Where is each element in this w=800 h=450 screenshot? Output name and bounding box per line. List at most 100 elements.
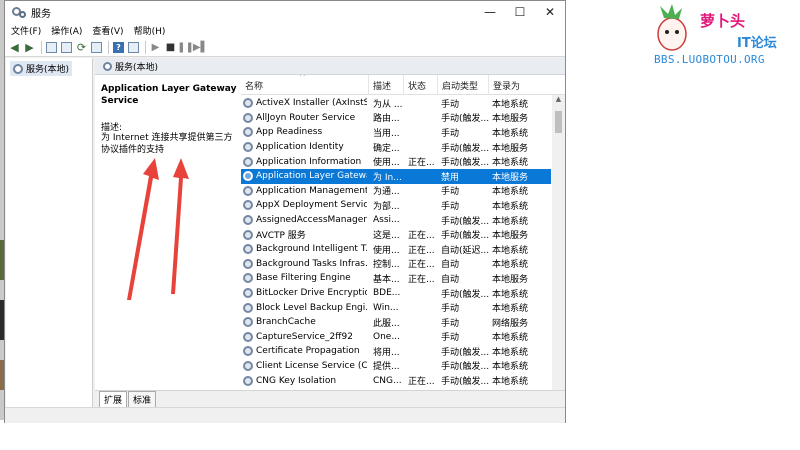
service-log-on-as-text: 本地系统 bbox=[492, 216, 529, 227]
content-header: 服务(本地) bbox=[95, 58, 565, 75]
menu-view[interactable]: 查看(V) bbox=[92, 24, 123, 37]
stop-service-icon[interactable]: ■ bbox=[164, 41, 177, 54]
table-row[interactable]: AssignedAccessManager... Assi... 手动(触发... 本… bbox=[241, 213, 551, 228]
service-log-on-as: 本地系统 bbox=[492, 359, 550, 374]
table-row[interactable]: CNG Key Isolation CNG... 正在... 手动(触发... 本地系统 bbox=[241, 373, 551, 388]
service-startup-type: 手动(触发... bbox=[441, 359, 491, 374]
start-service-icon[interactable]: ▶ bbox=[149, 41, 162, 54]
export-list-icon[interactable] bbox=[90, 41, 103, 54]
service-name: ActiveX Installer (AxInstSV) bbox=[243, 96, 367, 111]
scrollbar-thumb[interactable] bbox=[555, 111, 562, 133]
table-row[interactable]: CaptureService_2ff92 One... 手动 本地系统 bbox=[241, 330, 551, 345]
service-startup-type-text: 手动(触发... bbox=[441, 143, 490, 154]
service-log-on-as-text: 本地系统 bbox=[492, 128, 529, 139]
service-name: CNG Key Isolation bbox=[243, 373, 367, 388]
table-row[interactable]: Certificate Propagation 将用... 手动(触发... 本地系统 bbox=[241, 344, 551, 359]
service-description: 为部... bbox=[373, 198, 405, 213]
service-startup-type-text: 手动(触发... bbox=[441, 377, 490, 388]
service-startup-type: 手动(触发... bbox=[441, 154, 491, 169]
table-row[interactable]: AppX Deployment Servic... 为部... 手动 本地系统 bbox=[241, 198, 551, 213]
refresh-icon[interactable]: ⟳ bbox=[75, 41, 88, 54]
column-header-log-on-as[interactable]: 登录为 bbox=[489, 75, 551, 95]
restart-service-icon[interactable]: ▶▌ bbox=[193, 41, 208, 54]
table-row[interactable]: Block Level Backup Engi... Win... 手动 本地系统 bbox=[241, 300, 551, 315]
service-description-text: 为 In... bbox=[373, 172, 402, 183]
service-status-text: 正在... bbox=[408, 274, 435, 285]
column-header-name[interactable]: 名称 bbox=[241, 75, 369, 95]
service-startup-type: 自动 bbox=[441, 271, 491, 286]
menu-action[interactable]: 操作(A) bbox=[51, 24, 82, 37]
watermark-url: BBS.LUOBOTOU.ORG bbox=[654, 53, 765, 66]
service-log-on-as-text: 本地系统 bbox=[492, 99, 529, 110]
menu-help[interactable]: 帮助(H) bbox=[134, 24, 166, 37]
service-description-text: Assi... bbox=[373, 215, 400, 226]
vertical-scrollbar[interactable]: ▲ bbox=[552, 95, 565, 390]
service-description-text: 这是... bbox=[373, 231, 400, 242]
service-gear-icon bbox=[243, 185, 253, 196]
description-pane: Application Layer Gateway Service 描述: 为 … bbox=[95, 75, 241, 390]
column-header-startup-type[interactable]: 启动类型 bbox=[438, 75, 489, 95]
watermark-forum: IT论坛 bbox=[737, 36, 777, 51]
table-row[interactable]: Background Intelligent T... 使用... 正在... 自动(… bbox=[241, 242, 551, 257]
service-description: 基本... bbox=[373, 271, 405, 286]
menu-file[interactable]: 文件(F) bbox=[11, 24, 41, 37]
service-status bbox=[408, 169, 438, 184]
scroll-up-icon[interactable]: ▲ bbox=[552, 95, 565, 107]
table-row[interactable]: Base Filtering Engine 基本... 正在... 自动 本地服务 bbox=[241, 271, 551, 286]
forward-arrow-icon[interactable]: ▶ bbox=[23, 41, 36, 54]
watermark-logo: 萝卜头 IT论坛 BBS.LUOBOTOU.ORG bbox=[650, 4, 800, 68]
service-log-on-as: 本地系统 bbox=[492, 257, 550, 272]
list-header: ^ 名称 描述 状态 启动类型 登录为 bbox=[241, 75, 565, 95]
service-description: 这是... bbox=[373, 227, 405, 242]
pause-service-icon[interactable]: ❚❚ bbox=[177, 41, 194, 54]
service-gear-icon bbox=[243, 346, 253, 357]
service-log-on-as: 网络服务 bbox=[492, 315, 550, 330]
table-row[interactable]: BranchCache 此服... 手动 网络服务 bbox=[241, 315, 551, 330]
table-row[interactable]: ActiveX Installer (AxInstSV) 为从 ... 手动 本地系统 bbox=[241, 96, 551, 111]
table-row[interactable]: Application Identity 确定... 手动(触发... 本地服务 bbox=[241, 140, 551, 155]
service-description: 为通... bbox=[373, 184, 405, 199]
table-row[interactable]: BitLocker Drive Encryptio... BDE... 手动(触发.… bbox=[241, 286, 551, 301]
minimize-button[interactable]: — bbox=[475, 1, 505, 23]
service-startup-type: 手动 bbox=[441, 330, 491, 345]
help-icon[interactable]: ? bbox=[112, 41, 125, 54]
table-row[interactable]: AllJoyn Router Service 路由... 手动(触发... 本地服务 bbox=[241, 111, 551, 126]
service-name: AssignedAccessManager... bbox=[243, 213, 367, 228]
service-description-text: 提供... bbox=[373, 362, 400, 373]
service-log-on-as-text: 本地服务 bbox=[492, 231, 529, 242]
service-gear-icon bbox=[243, 171, 253, 182]
service-description: 将用... bbox=[373, 344, 405, 359]
tab-standard[interactable]: 标准 bbox=[128, 391, 157, 407]
service-log-on-as-text: 本地系统 bbox=[492, 201, 529, 212]
maximize-button[interactable]: ☐ bbox=[505, 1, 535, 23]
tab-extended[interactable]: 扩展 bbox=[99, 391, 128, 407]
service-name-text: AllJoyn Router Service bbox=[256, 112, 356, 123]
table-row[interactable]: AVCTP 服务 这是... 正在... 手动(触发... 本地服务 bbox=[241, 227, 551, 242]
table-row[interactable]: Client License Service (Cli... 提供... 手动(触发… bbox=[241, 359, 551, 374]
title-bar[interactable]: 服务 — ☐ ✕ bbox=[5, 1, 565, 23]
back-arrow-icon[interactable]: ◀ bbox=[8, 41, 21, 54]
service-status bbox=[408, 213, 438, 228]
column-header-status[interactable]: 状态 bbox=[404, 75, 438, 95]
table-row[interactable]: Background Tasks Infras... 控制... 正在... 自动 本地… bbox=[241, 257, 551, 272]
service-log-on-as: 本地系统 bbox=[492, 300, 550, 315]
table-row[interactable]: App Readiness 当用... 手动 本地系统 bbox=[241, 125, 551, 140]
table-row[interactable]: Application Management 为通... 手动 本地系统 bbox=[241, 184, 551, 199]
service-gear-icon bbox=[243, 200, 253, 211]
table-row[interactable]: Application Layer Gatewa... 为 In... 禁用 本地服务 bbox=[241, 168, 551, 184]
service-description-text: 确定... bbox=[373, 143, 400, 154]
service-status-text: 正在... bbox=[408, 260, 435, 271]
tree-item-services-local[interactable]: 服务(本地) bbox=[10, 61, 73, 76]
properties-icon[interactable] bbox=[60, 41, 73, 54]
service-startup-type: 手动 bbox=[441, 96, 491, 111]
console-view-icon[interactable] bbox=[127, 41, 140, 54]
service-name: CaptureService_2ff92 bbox=[243, 330, 367, 345]
table-row[interactable]: Application Information 使用... 正在... 手动(触发..… bbox=[241, 154, 551, 169]
close-button[interactable]: ✕ bbox=[535, 1, 565, 23]
column-header-description[interactable]: 描述 bbox=[369, 75, 404, 95]
service-description-text: BDE... bbox=[373, 288, 401, 299]
service-startup-type: 自动 bbox=[441, 257, 491, 272]
show-hide-tree-icon[interactable] bbox=[45, 41, 58, 54]
service-name: AllJoyn Router Service bbox=[243, 111, 367, 126]
service-name-text: AssignedAccessManager... bbox=[256, 215, 367, 226]
